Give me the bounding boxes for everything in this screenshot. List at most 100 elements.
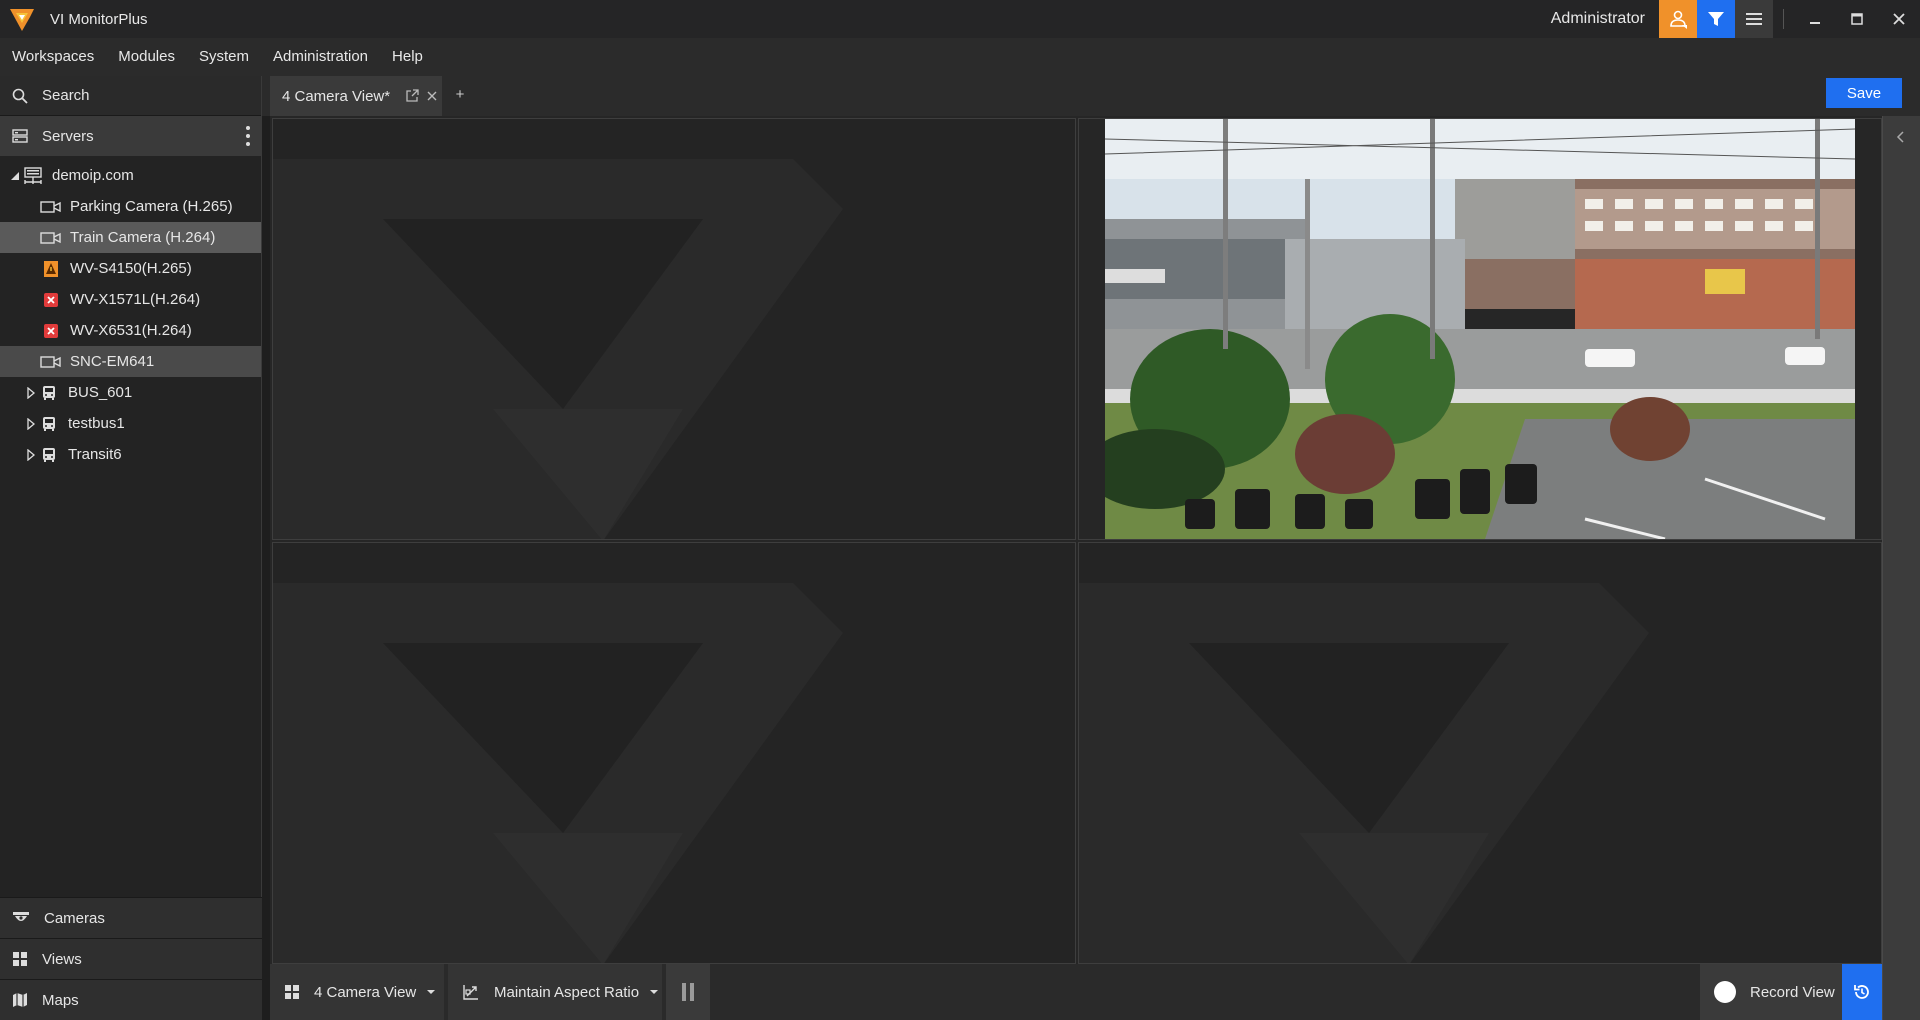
aspect-ratio-icon <box>463 985 478 1000</box>
servers-label: Servers <box>42 127 94 145</box>
tree-item-camera[interactable]: Parking Camera (H.265) <box>0 191 261 222</box>
pause-icon <box>682 983 694 1001</box>
grid-icon <box>13 952 27 966</box>
tree-item-label: WV-X1571L(H.264) <box>70 291 201 308</box>
playback-history-button[interactable] <box>1842 964 1882 1020</box>
nav-cameras-label: Cameras <box>44 909 105 927</box>
sidebar: Search Servers demoip.com Parking Camera… <box>0 76 262 1020</box>
search-label: Search <box>42 87 90 104</box>
tree-item-label: Parking Camera (H.265) <box>70 198 233 215</box>
tree-item-label: WV-S4150(H.265) <box>70 260 192 277</box>
video-tile-empty[interactable] <box>272 118 1076 540</box>
user-alert-icon <box>1670 10 1687 29</box>
collapsed-caret-icon[interactable] <box>24 386 38 400</box>
servers-header[interactable]: Servers <box>0 116 261 156</box>
menu-bar: Workspaces Modules System Administration… <box>0 38 1920 76</box>
camera-icon <box>40 353 62 371</box>
expanded-caret-icon[interactable] <box>8 169 22 183</box>
tab-label: 4 Camera View* <box>282 87 391 105</box>
menu-system[interactable]: System <box>187 38 261 76</box>
filter-button[interactable] <box>1697 0 1735 38</box>
servers-icon <box>12 129 28 143</box>
history-icon <box>1854 985 1869 999</box>
tree-item-bus[interactable]: BUS_601 <box>0 377 261 408</box>
search-box[interactable]: Search <box>0 76 261 116</box>
tab-strip: 4 Camera View* + Save <box>262 76 1920 116</box>
aspect-ratio-dropdown[interactable]: Maintain Aspect Ratio <box>448 964 662 1020</box>
layout-dropdown[interactable]: 4 Camera View <box>270 964 444 1020</box>
tree-item-camera[interactable]: SNC-EM641 <box>0 346 261 377</box>
tree-item-server[interactable]: demoip.com <box>0 160 261 191</box>
filter-icon <box>1708 12 1724 26</box>
tree-item-camera[interactable]: WV-X6531(H.264) <box>0 315 261 346</box>
camera-warning-icon <box>40 260 62 278</box>
nav-maps[interactable]: Maps <box>0 979 262 1020</box>
tree-item-label: testbus1 <box>68 415 125 432</box>
watermark-logo-icon <box>1079 583 1649 963</box>
tree-item-label: Transit6 <box>68 446 122 463</box>
right-panel-collapse[interactable] <box>1882 116 1920 1020</box>
titlebar-divider <box>1783 9 1784 29</box>
close-window-button[interactable] <box>1878 0 1920 38</box>
camera-feed-image <box>1105 119 1855 539</box>
dome-camera-icon <box>13 912 29 921</box>
tree-item-label: Train Camera (H.264) <box>70 229 216 246</box>
nav-maps-label: Maps <box>42 991 79 1009</box>
server-tree: demoip.com Parking Camera (H.265) Train … <box>0 156 261 470</box>
search-icon <box>12 88 28 104</box>
add-tab-button[interactable]: + <box>450 86 470 106</box>
chevron-down-icon <box>650 990 659 994</box>
pause-button[interactable] <box>666 964 710 1020</box>
maximize-icon <box>1851 13 1863 25</box>
user-name[interactable]: Administrator <box>1551 10 1645 28</box>
record-dot-icon <box>1714 981 1736 1003</box>
tree-item-bus[interactable]: testbus1 <box>0 408 261 439</box>
menu-modules[interactable]: Modules <box>106 38 187 76</box>
collapsed-caret-icon[interactable] <box>24 417 38 431</box>
menu-icon <box>1746 13 1762 25</box>
title-bar: VI MonitorPlus Administrator <box>0 0 1920 38</box>
user-alert-button[interactable] <box>1659 0 1697 38</box>
watermark-logo-icon <box>273 159 843 539</box>
view-toolbar: 4 Camera View Maintain Aspect Ratio Reco… <box>270 964 1882 1020</box>
tree-item-label: demoip.com <box>52 167 134 184</box>
tab-4-camera-view[interactable]: 4 Camera View* <box>270 76 442 116</box>
save-button[interactable]: Save <box>1826 78 1902 108</box>
video-tile-train-camera[interactable] <box>1078 118 1882 540</box>
nav-cameras[interactable]: Cameras <box>0 897 262 938</box>
app-title: VI MonitorPlus <box>50 10 148 28</box>
close-tab-icon[interactable] <box>422 86 442 106</box>
servers-more-icon[interactable] <box>245 126 251 146</box>
tree-item-camera[interactable]: Train Camera (H.264) <box>0 222 261 253</box>
menu-workspaces[interactable]: Workspaces <box>0 38 106 76</box>
camera-error-icon <box>40 291 62 309</box>
chevron-left-icon[interactable] <box>1895 130 1905 144</box>
app-logo-icon <box>10 9 34 31</box>
maximize-button[interactable] <box>1836 0 1878 38</box>
tree-item-label: SNC-EM641 <box>70 353 155 370</box>
watermark-logo-icon <box>273 583 843 963</box>
nav-views[interactable]: Views <box>0 938 262 979</box>
bus-icon <box>38 415 60 433</box>
video-tile-empty[interactable] <box>272 542 1076 964</box>
camera-grid <box>270 116 1882 964</box>
bus-icon <box>38 384 60 402</box>
tree-item-camera[interactable]: WV-X1571L(H.264) <box>0 284 261 315</box>
video-tile-empty[interactable] <box>1078 542 1882 964</box>
server-icon <box>22 166 44 185</box>
tree-item-camera[interactable]: WV-S4150(H.265) <box>0 253 261 284</box>
bus-icon <box>38 446 60 464</box>
chevron-down-icon <box>427 990 436 994</box>
menu-button[interactable] <box>1735 0 1773 38</box>
camera-icon <box>40 229 62 247</box>
minimize-button[interactable] <box>1794 0 1836 38</box>
sidebar-bottom-nav: Cameras Views Maps <box>0 897 262 1020</box>
minimize-icon <box>1810 22 1820 24</box>
menu-administration[interactable]: Administration <box>261 38 380 76</box>
collapsed-caret-icon[interactable] <box>24 448 38 462</box>
popout-icon[interactable] <box>402 86 422 106</box>
menu-help[interactable]: Help <box>380 38 435 76</box>
record-view-button[interactable]: Record View <box>1700 964 1842 1020</box>
grid-layout-icon <box>285 985 299 999</box>
tree-item-bus[interactable]: Transit6 <box>0 439 261 470</box>
